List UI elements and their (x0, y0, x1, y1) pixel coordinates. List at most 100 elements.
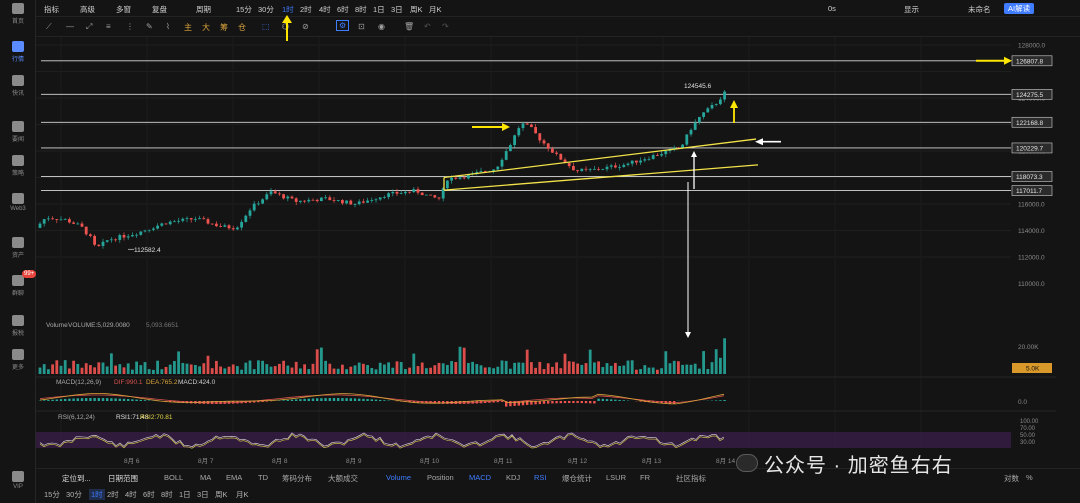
settings-tool-icon[interactable]: ⚙ (336, 20, 350, 31)
interval-4h[interactable]: 4时 (319, 4, 331, 15)
select-tool-icon[interactable]: ⬚ (262, 22, 270, 31)
volume-bar (353, 365, 357, 374)
lock-tool-icon[interactable]: ⊡ (358, 22, 365, 31)
indicator-position[interactable]: Position (427, 473, 454, 482)
price-level-label: 124275.5 (1016, 92, 1043, 99)
bottom-interval-6h[interactable]: 6时 (143, 489, 155, 500)
date-range-button[interactable]: 日期范围 (108, 473, 138, 484)
bottom-interval-2h[interactable]: 2时 (107, 489, 119, 500)
bottom-interval-1mo[interactable]: 月K (236, 489, 249, 500)
large-trade-toggle[interactable]: 大 (202, 22, 210, 33)
indicator-ma[interactable]: MA (200, 473, 211, 482)
nav-strategy[interactable]: 策略 (0, 152, 36, 182)
hline-tool-icon[interactable]: — (66, 22, 74, 31)
bottom-interval-1d[interactable]: 1日 (179, 489, 191, 500)
interval-1mo[interactable]: 月K (429, 4, 442, 15)
indicator-macd[interactable]: MACD (469, 473, 491, 482)
candle-body (269, 191, 273, 195)
interval-2h[interactable]: 2时 (300, 4, 312, 15)
nav-tax[interactable]: 报税 (0, 312, 36, 342)
candle-body (227, 225, 231, 229)
layout-name[interactable]: 未命名 (968, 4, 991, 15)
candle-body (723, 91, 726, 100)
channel-tool-icon[interactable]: ≡ (106, 22, 111, 31)
bottom-interval-30m[interactable]: 30分 (66, 489, 82, 500)
bottom-interval-15m[interactable]: 15分 (44, 489, 60, 500)
interval-3d[interactable]: 3日 (391, 4, 403, 15)
nav-market[interactable]: 行情 (0, 38, 36, 68)
indicator-button[interactable]: 指标 (44, 4, 59, 15)
nav-chat[interactable]: 群聊 99+ (0, 270, 37, 302)
interval-1w[interactable]: 周K (410, 4, 423, 15)
candle-body (118, 235, 122, 240)
volume-bar (341, 364, 344, 374)
indicator-rsi[interactable]: RSI (534, 473, 547, 482)
indicator-large-trades[interactable]: 大额成交 (328, 473, 358, 484)
interval-8h[interactable]: 8时 (355, 4, 367, 15)
interval-6h[interactable]: 6时 (337, 4, 349, 15)
candle-body (555, 152, 558, 154)
indicator-fr[interactable]: FR (640, 473, 650, 482)
indicator-ema[interactable]: EMA (226, 473, 242, 482)
nav-more[interactable]: 更多 (0, 346, 36, 376)
advanced-button[interactable]: 高级 (80, 4, 95, 15)
macd-histogram-bar (593, 401, 596, 404)
macd-histogram-bar (76, 398, 79, 401)
nav-web3[interactable]: Web3 (0, 190, 36, 220)
indicator-chips[interactable]: 筹码分布 (282, 473, 312, 484)
bottom-interval-1w[interactable]: 周K (215, 489, 228, 500)
candle-body (584, 168, 588, 170)
nav-news[interactable]: 快讯 (0, 72, 36, 102)
brush-tool-icon[interactable]: ⌇ (166, 22, 170, 31)
indicator-td[interactable]: TD (258, 473, 268, 482)
bottom-interval-8h[interactable]: 8时 (161, 489, 173, 500)
nav-label: VIP (13, 484, 23, 490)
indicator-boll[interactable]: BOLL (164, 473, 183, 482)
ai-analysis-button[interactable]: AI解读 (1004, 3, 1035, 14)
interval-15m[interactable]: 15分 (236, 4, 252, 15)
eye-tool-icon[interactable]: ◉ (378, 22, 385, 31)
replay-button[interactable]: 复盘 (152, 4, 167, 15)
trash-tool-icon[interactable]: 🗑 (404, 22, 414, 31)
macd-histogram-bar (55, 399, 58, 401)
percent-scale-toggle[interactable]: % (1026, 473, 1033, 482)
pencil-tool-icon[interactable]: ✎ (146, 22, 153, 31)
interval-30m[interactable]: 30分 (258, 4, 274, 15)
show-button[interactable]: 显示 (904, 4, 919, 15)
position-toggle[interactable]: 仓 (238, 22, 246, 33)
period-dropdown[interactable]: 周期 (196, 4, 211, 15)
nav-headline[interactable]: 要闻 (0, 118, 36, 148)
multi-window-button[interactable]: 多窗 (116, 4, 131, 15)
main-chart-toggle[interactable]: 主 (184, 22, 192, 33)
price-tick-label: 112000.0 (1018, 255, 1045, 262)
fib-tool-icon[interactable]: ⋮ (126, 22, 134, 31)
goto-button[interactable]: 定位到... (62, 473, 91, 484)
nav-home[interactable]: 首页 (0, 0, 36, 30)
candle-body (647, 158, 651, 160)
nav-assets[interactable]: 资产 (0, 234, 36, 264)
chart-area[interactable]: 128000.0124000.0122000.0120000.0118000.0… (36, 37, 1056, 467)
macd-histogram-bar (127, 399, 130, 401)
bottom-interval-4h[interactable]: 4时 (125, 489, 137, 500)
indicator-liquidation[interactable]: 爆仓统计 (562, 473, 592, 484)
indicator-lsur[interactable]: LSUR (606, 473, 626, 482)
redo-icon[interactable]: ↷ (442, 22, 449, 31)
undo-icon[interactable]: ↶ (424, 22, 431, 31)
volume-bar (597, 361, 600, 374)
line-tool-icon[interactable]: ⟋ (46, 22, 52, 32)
bottom-interval-1h[interactable]: 1时 (89, 489, 105, 500)
candle-body (240, 221, 243, 228)
interval-1d[interactable]: 1日 (373, 4, 385, 15)
log-scale-toggle[interactable]: 对数 (1004, 473, 1019, 484)
indicator-volume[interactable]: Volume (386, 473, 411, 482)
indicator-community[interactable]: 社区指标 (676, 473, 706, 484)
volume-bar (454, 362, 458, 374)
ray-tool-icon[interactable]: ⤢ (86, 22, 92, 32)
bottom-interval-3d[interactable]: 3日 (197, 489, 209, 500)
ruler-tool-icon[interactable]: ⊘ (302, 22, 309, 31)
chips-toggle[interactable]: 筹 (220, 22, 228, 33)
indicator-kdj[interactable]: KDJ (506, 473, 520, 482)
candle-body (622, 164, 626, 167)
price-chart[interactable]: 128000.0124000.0122000.0120000.0118000.0… (36, 37, 1056, 467)
nav-vip[interactable]: VIP (0, 468, 36, 498)
